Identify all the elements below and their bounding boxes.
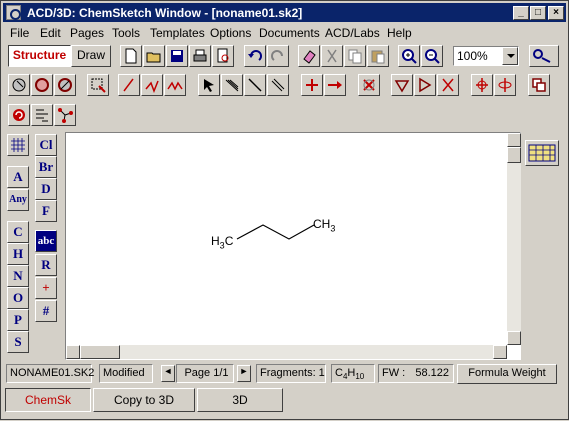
atom-left-carbon: C	[224, 234, 234, 248]
fw-label: FW :	[382, 367, 406, 379]
vertical-scrollbar[interactable]	[507, 133, 521, 345]
previous-page-icon[interactable]: ◄	[161, 365, 175, 382]
tab-chemsketch[interactable]: ChemSk	[5, 388, 91, 412]
vertical-scroll-thumb[interactable]	[507, 147, 521, 163]
status-fw: FW : 58.122	[378, 364, 454, 383]
atom-right-symbol: CH	[313, 217, 331, 231]
status-modified: Modified	[99, 364, 153, 383]
scroll-down-arrow-icon[interactable]	[507, 331, 521, 345]
status-filename: NONAME01.SK2	[6, 364, 94, 383]
formula-hydrogen-count: 10	[355, 372, 365, 382]
fw-value: 58.122	[415, 367, 449, 379]
formula-weight-button[interactable]: Formula Weight	[457, 364, 557, 384]
atom-label-right[interactable]: CH3	[313, 217, 335, 233]
atom-label-left[interactable]: H3C	[211, 234, 233, 250]
atom-left-symbol: H	[211, 234, 220, 248]
horizontal-scrollbar[interactable]	[66, 345, 507, 359]
formula-carbon: C	[335, 367, 343, 379]
status-fragments: Fragments: 1	[256, 364, 326, 383]
status-formula: C4H10	[331, 364, 375, 383]
scroll-left-arrow-icon[interactable]	[66, 345, 80, 359]
tab-copy-to-3d[interactable]: Copy to 3D	[93, 388, 195, 412]
scroll-up-arrow-icon[interactable]	[507, 133, 521, 147]
horizontal-scroll-thumb[interactable]	[80, 345, 120, 359]
atom-right-subscript: 3	[330, 223, 336, 234]
status-page: Page 1/1	[176, 364, 234, 383]
next-page-icon[interactable]: ►	[237, 365, 251, 382]
app-window: ACD/3D: ChemSketch Window - [noname01.sk…	[0, 0, 569, 420]
scroll-right-arrow-icon[interactable]	[493, 345, 507, 359]
tab-3d[interactable]: 3D	[197, 388, 283, 412]
